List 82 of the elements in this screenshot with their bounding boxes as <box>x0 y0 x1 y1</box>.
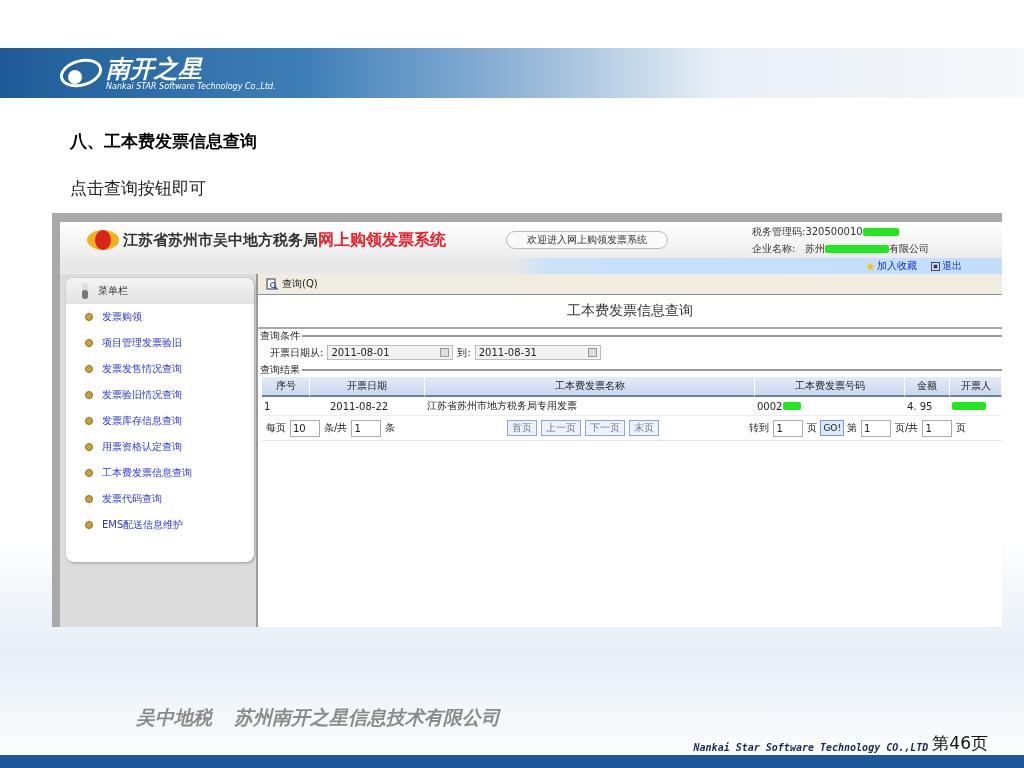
orbit-logo-icon <box>58 56 104 90</box>
bullet-icon <box>85 365 93 373</box>
logo-tagline: Nankai STAR Software Technology Co.,Ltd. <box>106 81 276 91</box>
bullet-icon <box>85 521 93 529</box>
pages-unit: 页 <box>956 421 967 435</box>
query-button[interactable]: 查询(Q) <box>266 277 318 291</box>
logo-name: 南开之星 <box>106 55 203 82</box>
calendar-icon <box>440 348 450 357</box>
menu-item[interactable]: 工本费发票信息查询 <box>66 460 254 486</box>
table-cell: 4. 95 <box>905 397 950 416</box>
bullet-icon <box>85 469 93 477</box>
column-header: 序号 <box>262 377 310 397</box>
pages-field: 1 <box>922 419 953 437</box>
per-page-field[interactable]: 10 <box>290 419 320 437</box>
goto-unit: 页 <box>807 421 818 435</box>
conditions-legend: 查询条件 <box>258 329 302 343</box>
star-icon <box>866 261 875 271</box>
results-legend: 查询结果 <box>258 363 302 377</box>
bullet-icon <box>85 417 93 425</box>
company-name-end: 有限公司 <box>889 241 930 256</box>
company-label: 企业名称: <box>752 241 796 256</box>
current-label: 第 <box>847 421 858 435</box>
slide-instruction: 点击查询按钮即可 <box>70 177 207 200</box>
total-field: 1 <box>351 419 382 437</box>
menu-title: 菜单栏 <box>98 284 128 298</box>
calendar-icon <box>587 348 597 357</box>
welcome-label: 欢迎进入网上购领发票系统 <box>506 231 668 249</box>
table-cell: 江苏省苏州市地方税务局专用发票 <box>425 397 755 416</box>
goto-field[interactable]: 1 <box>773 419 804 437</box>
redaction-mark <box>862 227 899 236</box>
page-number: 第46页 <box>932 732 988 755</box>
toggle-icon <box>82 283 88 299</box>
agency-name: 江苏省苏州市吴中地方税务局 <box>123 230 318 250</box>
per-page-label: 每页 <box>266 421 286 435</box>
menu-item[interactable]: 发票验旧情况查询 <box>66 382 254 408</box>
column-header: 工本费发票名称 <box>425 377 755 397</box>
date-to-field[interactable]: 2011-08-31 <box>474 345 601 360</box>
unit-label: 条 <box>385 421 396 435</box>
footer-company: 苏州南开之星信息技术有限公司 <box>234 705 500 730</box>
page-title: 工本费发票信息查询 <box>258 295 1002 329</box>
emblem-icon <box>86 228 120 252</box>
redaction-mark <box>825 244 890 253</box>
to-label: 到: <box>457 345 471 360</box>
slide-heading: 八、工本费发票信息查询 <box>70 130 258 153</box>
table-cell: 0002 <box>755 397 905 416</box>
menu-item[interactable]: 发票代码查询 <box>66 486 254 512</box>
tax-code-label: 税务管理码: <box>752 224 806 239</box>
footer-agency: 吴中地税 <box>136 705 212 730</box>
go-button[interactable]: GO! <box>820 420 845 436</box>
header-link[interactable]: 加入收藏 <box>866 259 917 273</box>
bullet-icon <box>85 339 93 347</box>
redaction-mark <box>952 402 986 410</box>
column-header: 金额 <box>905 377 950 397</box>
menu-item[interactable]: 项目管理发票验旧 <box>66 330 254 356</box>
magnifier-page-icon <box>266 278 278 290</box>
table-cell: 2011-08-22 <box>310 397 425 416</box>
date-from-field[interactable]: 2011-08-01 <box>327 345 454 360</box>
current-page-field[interactable]: 1 <box>861 419 892 437</box>
column-header: 工本费发票号码 <box>755 377 905 397</box>
redaction-mark <box>783 402 802 410</box>
pages-label: 页/共 <box>895 421 919 435</box>
total-label: 条/共 <box>324 421 348 435</box>
company-name-start: 苏州 <box>805 241 826 256</box>
menu-item[interactable]: 用票资格认定查询 <box>66 434 254 460</box>
tax-code: 320500010 <box>805 226 863 237</box>
from-label: 开票日期从: <box>270 345 324 360</box>
column-header: 开票日期 <box>310 377 425 397</box>
table-cell: 1 <box>262 397 310 416</box>
bullet-icon <box>85 313 93 321</box>
exit-icon <box>931 261 940 271</box>
bullet-icon <box>85 391 93 399</box>
header-link[interactable]: 退出 <box>931 259 962 273</box>
menu-item[interactable]: 发票库存信息查询 <box>66 408 254 434</box>
bullet-icon <box>85 495 93 503</box>
column-header: 开票人 <box>950 377 1002 397</box>
menu-item[interactable]: 发票发售情况查询 <box>66 356 254 382</box>
bullet-icon <box>85 443 93 451</box>
menu-item[interactable]: EMS配送信息维护 <box>66 512 254 538</box>
goto-label: 转到 <box>749 421 770 435</box>
footer-english: Nankai Star Software Technology CO.,LTD <box>693 742 929 753</box>
menu-item[interactable]: 发票购领 <box>66 304 254 330</box>
system-name: 网上购领发票系统 <box>318 229 446 251</box>
